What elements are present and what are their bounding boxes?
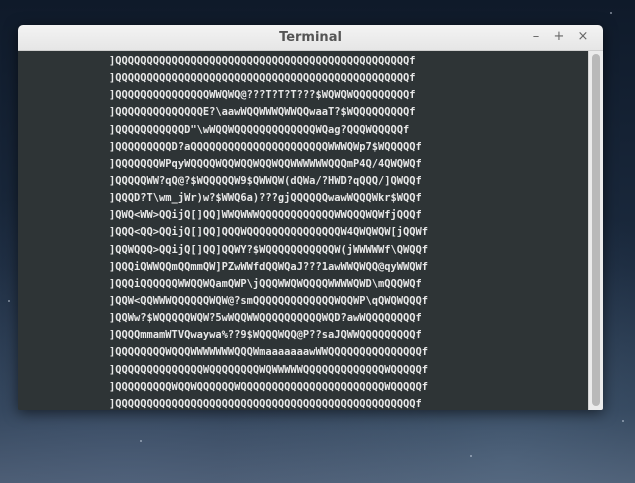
terminal-line: ]QQQQQQQQQD?aQQQQQQQQQQQQQQQQQQQQQQWWWQW… bbox=[109, 140, 422, 153]
terminal-line: ]QQQQQQQQQQQQQQWQQQQQQQQWQWWWWWQQQQQQQQQ… bbox=[109, 363, 429, 376]
minimize-icon[interactable]: – bbox=[527, 28, 545, 46]
terminal-line: ]QQQQQQQWPqyWQQQQWQQWQQWQQWQQWWWWWWQQQmP… bbox=[109, 157, 422, 170]
terminal-line: ]QQQQQQQQWQQQWWWWWWWQQQWmaaaaaaawWWQQQQQ… bbox=[109, 346, 429, 359]
scrollbar-thumb[interactable] bbox=[592, 54, 600, 406]
terminal-line: ]QWQ<WW>QQijQ[]QQ]WWQWWWQQQQQQQQQQQQWWQQ… bbox=[109, 209, 422, 222]
terminal-scrollbar[interactable] bbox=[588, 51, 603, 410]
terminal-line: ]QQQiQWWQQmQQmmQW]PZwWWfdQQWQaJ???1awWWQ… bbox=[109, 260, 429, 273]
window-titlebar[interactable]: Terminal – + × bbox=[18, 25, 603, 51]
terminal-line: ]QQWw?$WQQQQQWQW?5wWQQWWQQQQQQQQQQWQD?aw… bbox=[109, 312, 422, 325]
maximize-icon[interactable]: + bbox=[550, 28, 568, 46]
close-icon[interactable]: × bbox=[574, 28, 592, 46]
terminal-line: ]QQQQQQQQQQQQQQQQQQQQQQQQQQQQQQQQQQQQQQQ… bbox=[109, 55, 416, 67]
terminal-output[interactable]: ]QQQQQQQQQQQQQQQQQQQQQQQQQQQQQQQQQQQQQQQ… bbox=[18, 51, 588, 410]
terminal-line: ]QQQQQQQQQQQQQQQQQQQQQQQQQQQQQQQQQQQQQQQ… bbox=[109, 72, 416, 85]
terminal-line: ]QQW<QQWWWQQQQQQWQW@?smQQQQQQQQQQQQQWQQW… bbox=[109, 294, 429, 307]
terminal-line: ]QQQQmmamWTVQwaywa%??9$WQQQWQQ@P??saJQWW… bbox=[109, 329, 422, 342]
terminal-line: ]QQQiQQQQQQWWQQWQamQWP\jQQQWWQWQQQQWWWWQ… bbox=[109, 277, 422, 290]
terminal-line: ]QQQQQQQQQQQD"\wWQQWQQQQQQQQQQQQQWQag?QQ… bbox=[109, 123, 410, 136]
terminal-window: Terminal – + × ]QQQQQQQQQQQQQQQQQQQQQQQQ… bbox=[18, 25, 603, 410]
window-title: Terminal bbox=[279, 30, 342, 45]
terminal-line: ]QQQQQWW?qQ@?$WQQQQQW9$QWWQW(dQWa/?HWD?q… bbox=[109, 174, 422, 187]
terminal-line: ]QQQQQQQQQQQQQQQQQQQQQQQQQQQQQQQQQQQQQQQ… bbox=[109, 397, 422, 410]
terminal-line: ]QQQD?T\wm_jWr)w?$WWQ6a)???gjQQQQQQwawWQ… bbox=[109, 192, 422, 205]
terminal-line: ]QQQQQQQQQQQQQQE?\aawWQQWWWQWWQQwaaT?$WQ… bbox=[109, 106, 416, 119]
terminal-line: ]QQQQQQQQQQQQQQQWWQWQ@???T?T?T???$WQWQWQ… bbox=[109, 89, 416, 102]
terminal-line: ]QQQQQQQQQWQQWQQQQQQWQQQQQQQQQQQQQQQQQQQ… bbox=[109, 380, 429, 393]
terminal-lines: ]QQQQQQQQQQQQQQQQQQQQQQQQQQQQQQQQQQQQQQQ… bbox=[109, 53, 428, 410]
terminal-line: ]QQQ<QQ>QQijQ[]QQ]QQQWQQQQQQQQQQQQQQQW4Q… bbox=[109, 226, 429, 239]
terminal-line: ]QQWQQQ>QQijQ[]QQ]QQWY?$WQQQQQQQQQQQW(jW… bbox=[109, 243, 429, 256]
